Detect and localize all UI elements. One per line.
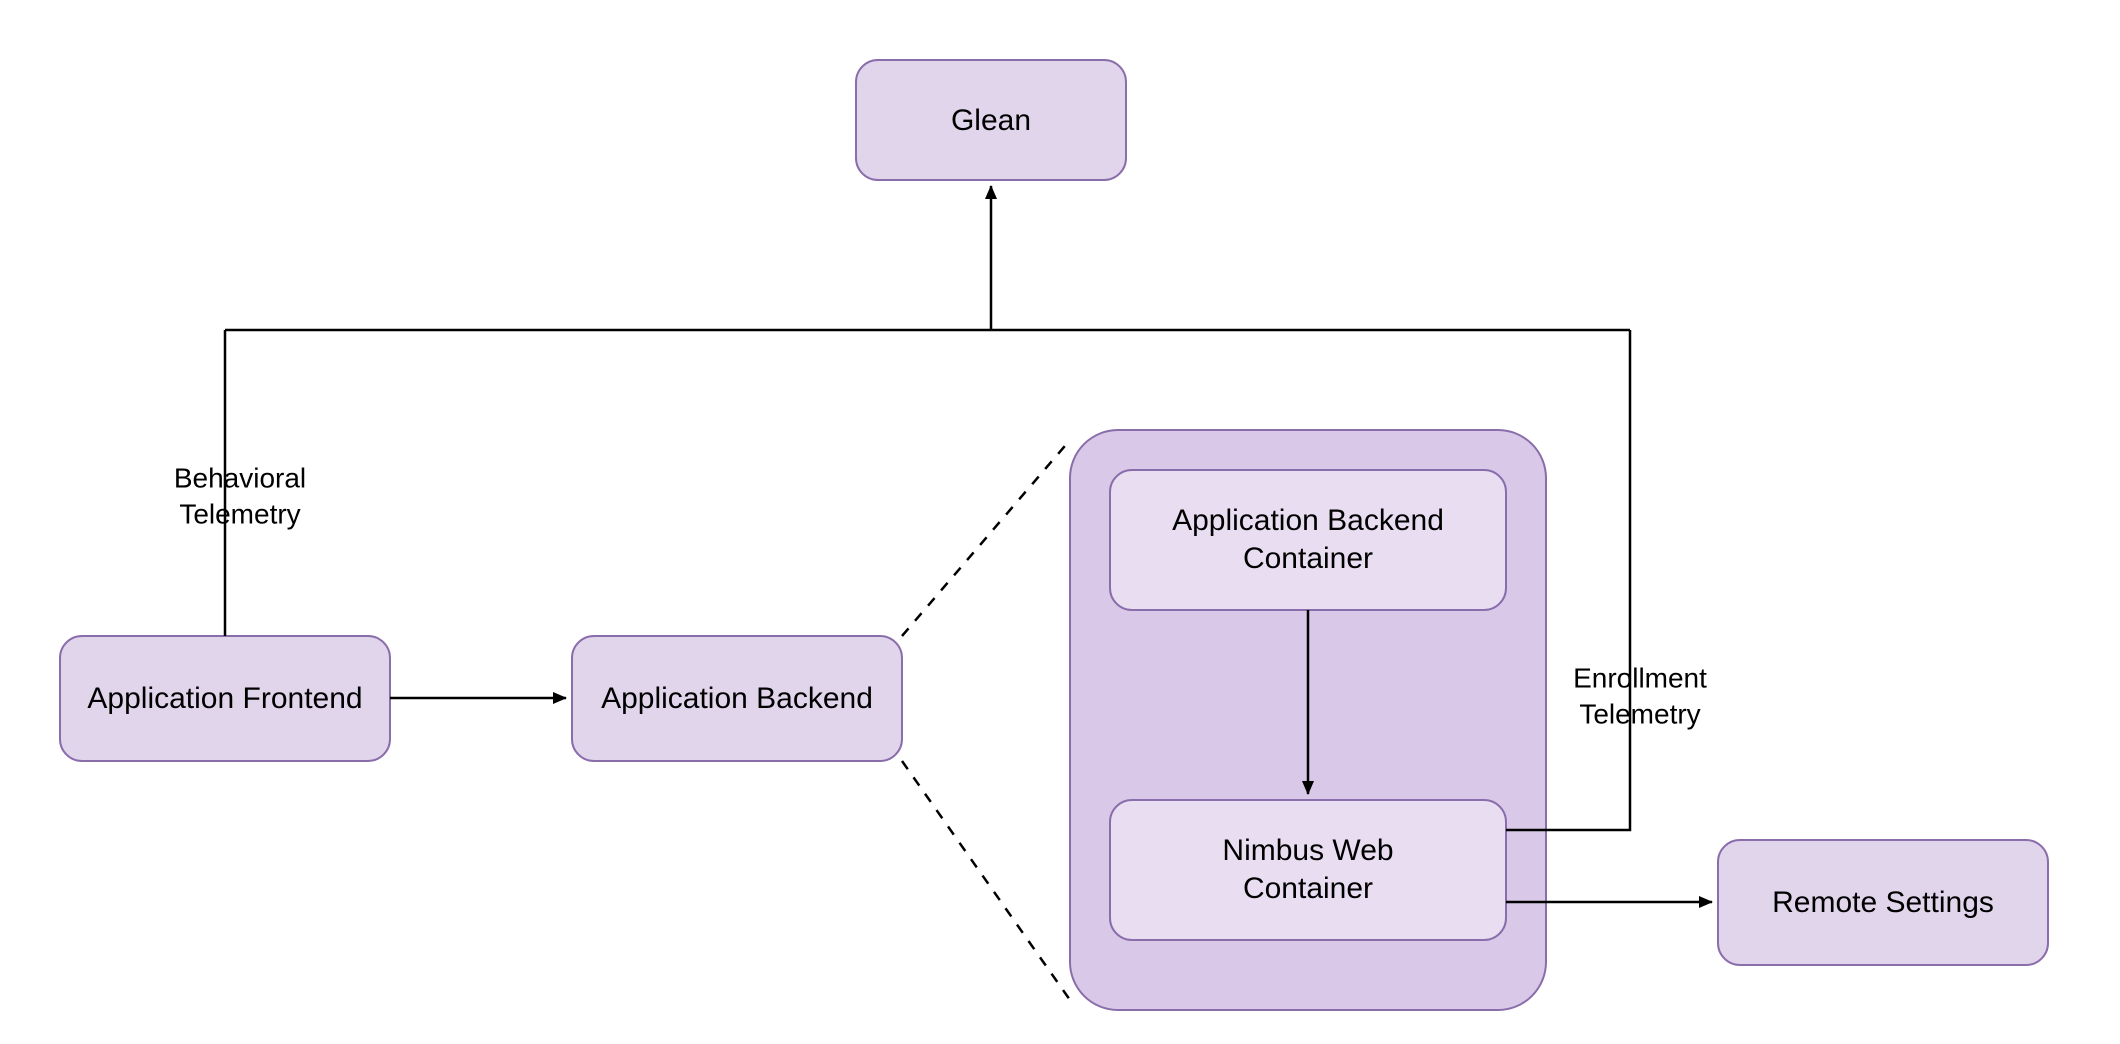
- edge-behavioral-label-2: Telemetry: [179, 498, 300, 529]
- node-application-backend-container-label-2: Container: [1243, 542, 1373, 575]
- edge-enrollment-label-2: Telemetry: [1579, 698, 1700, 729]
- node-remote-settings: Remote Settings: [1718, 840, 2048, 965]
- node-remote-settings-label: Remote Settings: [1772, 886, 1994, 919]
- expansion-dash-top: [902, 440, 1070, 636]
- expansion-dash-bottom: [902, 761, 1070, 1000]
- node-application-backend-label: Application Backend: [601, 682, 873, 715]
- node-glean: Glean: [856, 60, 1126, 180]
- node-nimbus-web-container-label-1: Nimbus Web: [1222, 834, 1393, 867]
- node-nimbus-web-container: Nimbus Web Container: [1110, 800, 1506, 940]
- node-application-backend-container-label-1: Application Backend: [1172, 504, 1444, 537]
- node-nimbus-web-container-label-2: Container: [1243, 872, 1373, 905]
- node-application-frontend: Application Frontend: [60, 636, 390, 761]
- node-application-frontend-label: Application Frontend: [87, 682, 362, 715]
- architecture-diagram: Glean Application Frontend Application B…: [0, 0, 2120, 1044]
- node-application-backend-container: Application Backend Container: [1110, 470, 1506, 610]
- edge-behavioral-label-1: Behavioral: [174, 462, 306, 493]
- node-glean-label: Glean: [951, 104, 1031, 137]
- edge-enrollment-label-1: Enrollment: [1573, 662, 1707, 693]
- node-application-backend: Application Backend: [572, 636, 902, 761]
